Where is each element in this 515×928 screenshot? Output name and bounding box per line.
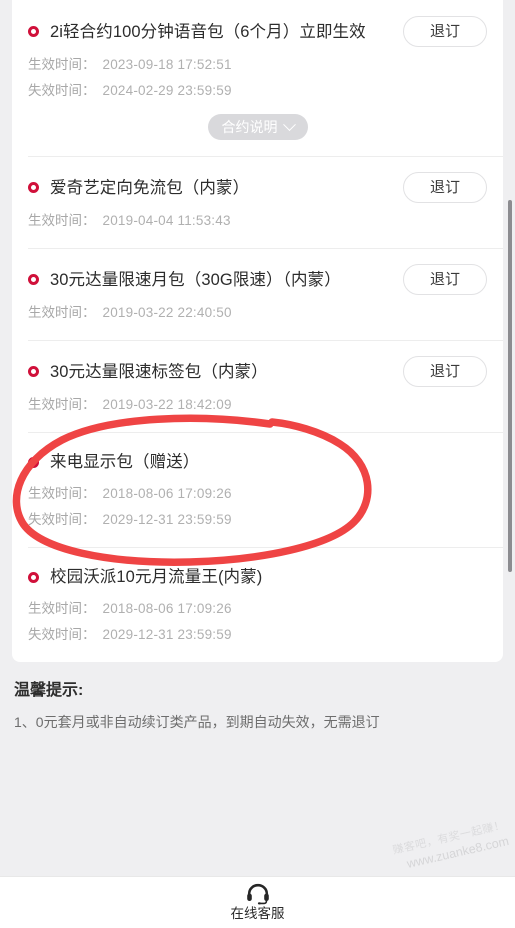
expire-time-value: 2029-12-31 23:59:59 [102, 512, 232, 527]
package-meta: 生效时间： 2018-08-06 17:09:26 失效时间： 2029-12-31… [28, 596, 487, 648]
effective-time-row: 生效时间： 2018-08-06 17:09:26 [28, 481, 487, 507]
package-header: 爱奇艺定向免流包（内蒙） 退订 [28, 172, 487, 203]
package-bullet-icon [28, 571, 39, 583]
package-header: 30元达量限速标签包（内蒙） 退订 [28, 356, 487, 387]
effective-time-value: 2019-03-22 18:42:09 [102, 397, 232, 412]
package-title: 2i轻合约100分钟语音包（6个月）立即生效 [50, 22, 366, 41]
unsubscribe-button[interactable]: 退订 [403, 264, 487, 295]
package-header: 来电显示包（赠送） [28, 448, 487, 476]
effective-time-value: 2023-09-18 17:52:51 [102, 57, 232, 72]
package-bullet-icon [28, 366, 39, 377]
package-bullet-icon [28, 274, 39, 285]
expire-time-label: 失效时间： [28, 512, 96, 527]
customer-service-label: 在线客服 [230, 906, 285, 921]
package-title: 爱奇艺定向免流包（内蒙） [50, 178, 250, 197]
vertical-scrollbar[interactable] [508, 200, 512, 572]
expire-time-row: 失效时间： 2024-02-29 23:59:59 [28, 78, 487, 104]
expire-time-row: 失效时间： 2029-12-31 23:59:59 [28, 507, 487, 533]
package-item[interactable]: 校园沃派10元月流量王(内蒙) 生效时间： 2018-08-06 17:09:26… [12, 547, 503, 662]
expire-time-row: 失效时间： 2029-12-31 23:59:59 [28, 622, 487, 648]
bottom-bar[interactable]: 在线客服 [0, 876, 515, 928]
effective-time-row: 生效时间： 2018-08-06 17:09:26 [28, 596, 487, 622]
contract-note-label: 合约说明 [221, 119, 278, 135]
package-header: 校园沃派10元月流量王(内蒙) [28, 563, 487, 591]
effective-time-row: 生效时间： 2019-03-22 18:42:09 [28, 392, 487, 418]
expire-time-label: 失效时间： [28, 83, 96, 98]
package-header: 30元达量限速月包（30G限速）（内蒙） 退订 [28, 264, 487, 295]
tips-line-1: 1、0元套月或非自动续订类产品，到期自动失效，无需退订 [14, 714, 380, 730]
expire-time-value: 2024-02-29 23:59:59 [102, 83, 232, 98]
effective-time-value: 2019-04-04 11:53:43 [102, 213, 231, 228]
effective-time-row: 生效时间： 2019-04-04 11:53:43 [28, 208, 487, 234]
package-meta: 生效时间： 2023-09-18 17:52:51 失效时间： 2024-02-29… [28, 52, 487, 104]
package-title: 校园沃派10元月流量王(内蒙) [50, 568, 263, 586]
package-bullet-icon [28, 456, 39, 468]
package-item[interactable]: 30元达量限速月包（30G限速）（内蒙） 退订 生效时间： 2019-03-22 … [12, 248, 503, 340]
package-item[interactable]: 来电显示包（赠送） 生效时间： 2018-08-06 17:09:26 失效时间：… [12, 432, 503, 547]
effective-time-label: 生效时间： [28, 486, 96, 501]
tips-section: 温馨提示: 1、0元套月或非自动续订类产品，到期自动失效，无需退订 [0, 662, 515, 734]
package-bullet-icon [28, 182, 39, 193]
effective-time-row: 生效时间： 2023-09-18 17:52:51 [28, 52, 487, 78]
unsubscribe-button[interactable]: 退订 [403, 172, 487, 203]
package-meta: 生效时间： 2018-08-06 17:09:26 失效时间： 2029-12-31… [28, 481, 487, 533]
effective-time-value: 2019-03-22 22:40:50 [102, 305, 232, 320]
package-item[interactable]: 爱奇艺定向免流包（内蒙） 退订 生效时间： 2019-04-04 11:53:43 [12, 156, 503, 248]
package-title: 30元达量限速标签包（内蒙） [50, 362, 268, 381]
effective-time-value: 2018-08-06 17:09:26 [102, 486, 232, 501]
package-list-card: 2i轻合约100分钟语音包（6个月）立即生效 退订 生效时间： 2023-09-1… [12, 0, 503, 662]
package-meta: 生效时间： 2019-03-22 22:40:50 [28, 300, 487, 326]
package-meta: 生效时间： 2019-03-22 18:42:09 [28, 392, 487, 418]
package-item-annotated[interactable]: 30元达量限速标签包（内蒙） 退订 生效时间： 2019-03-22 18:42:… [12, 340, 503, 432]
effective-time-label: 生效时间： [28, 57, 96, 72]
expire-time-label: 失效时间： [28, 627, 96, 642]
effective-time-label: 生效时间： [28, 305, 96, 320]
unsubscribe-button[interactable]: 退订 [403, 16, 487, 47]
chevron-down-icon [282, 117, 296, 131]
contract-note-row: 合约说明 [28, 114, 487, 140]
effective-time-value: 2018-08-06 17:09:26 [102, 601, 232, 616]
headset-icon [246, 883, 270, 905]
effective-time-label: 生效时间： [28, 397, 96, 412]
package-meta: 生效时间： 2019-04-04 11:53:43 [28, 208, 487, 234]
package-header: 2i轻合约100分钟语音包（6个月）立即生效 退订 [28, 16, 487, 47]
effective-time-label: 生效时间： [28, 601, 96, 616]
package-title: 来电显示包（赠送） [50, 453, 200, 471]
tips-title: 温馨提示: [14, 682, 84, 699]
effective-time-label: 生效时间： [28, 213, 96, 228]
expire-time-value: 2029-12-31 23:59:59 [102, 627, 232, 642]
unsubscribe-button[interactable]: 退订 [403, 356, 487, 387]
effective-time-row: 生效时间： 2019-03-22 22:40:50 [28, 300, 487, 326]
package-title: 30元达量限速月包（30G限速）（内蒙） [50, 270, 341, 289]
mobile-app-screen: 2i轻合约100分钟语音包（6个月）立即生效 退订 生效时间： 2023-09-1… [0, 0, 515, 928]
package-bullet-icon [28, 26, 39, 37]
package-item[interactable]: 2i轻合约100分钟语音包（6个月）立即生效 退订 生效时间： 2023-09-1… [12, 0, 503, 156]
contract-note-button[interactable]: 合约说明 [207, 114, 308, 140]
package-list-scroll-area[interactable]: 2i轻合约100分钟语音包（6个月）立即生效 退订 生效时间： 2023-09-1… [0, 0, 515, 876]
